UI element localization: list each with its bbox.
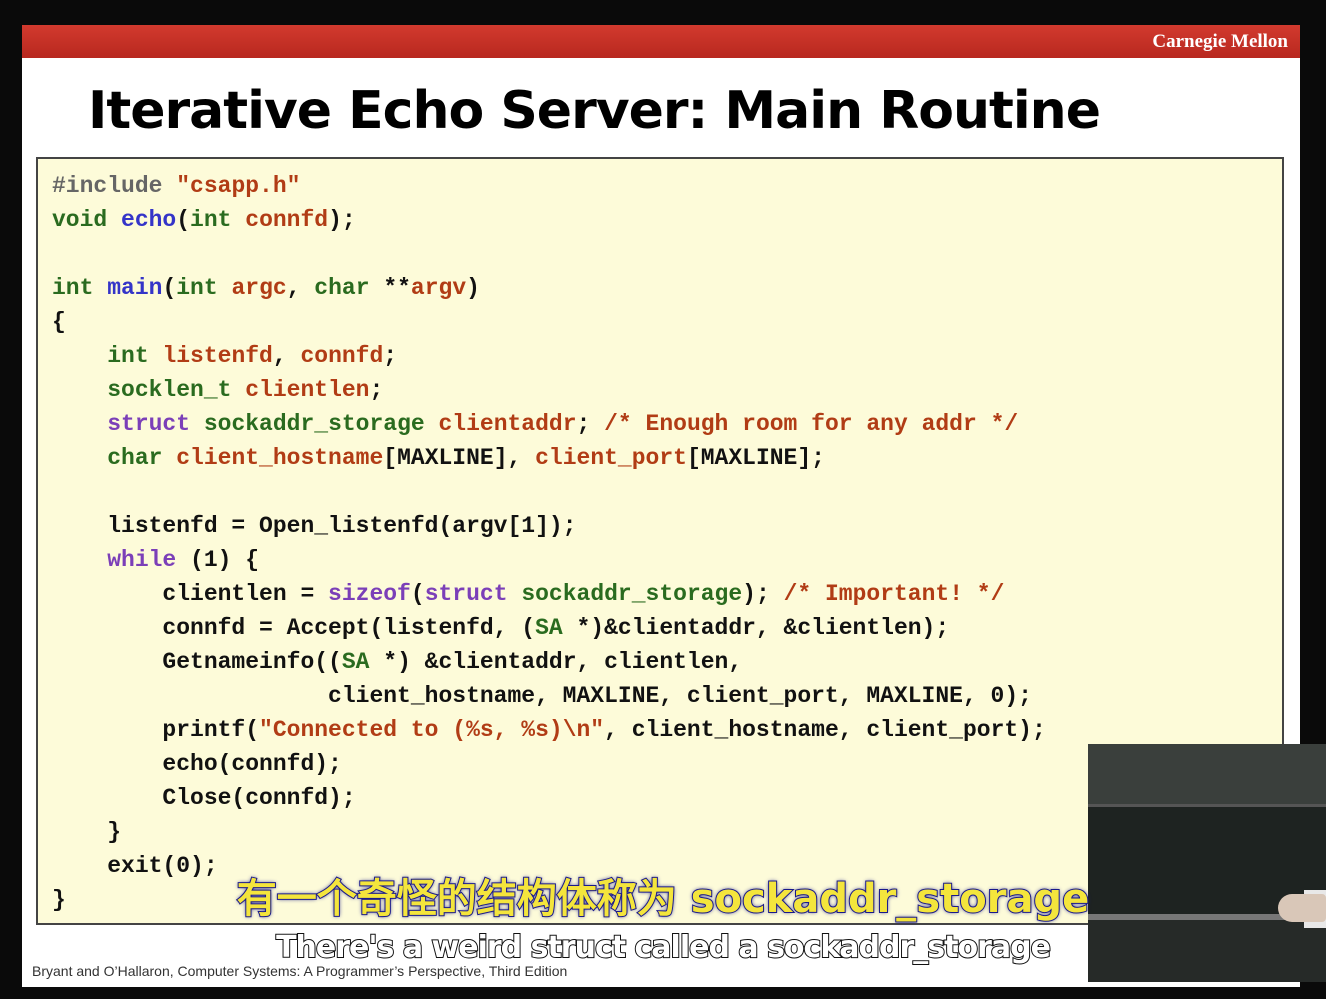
code-line: #include "csapp.h" bbox=[52, 173, 301, 199]
code-line: Getnameinfo((SA *) &clientaddr, clientle… bbox=[52, 649, 743, 675]
subtitle-chinese: 有一个奇怪的结构体称为 sockaddr_storage bbox=[236, 875, 1090, 923]
code-line: echo(connfd); bbox=[52, 751, 342, 777]
code-line: void echo(int connfd); bbox=[52, 207, 356, 233]
code-line: struct sockaddr_storage clientaddr; /* E… bbox=[107, 411, 1019, 437]
code-block: #include "csapp.h" void echo(int connfd)… bbox=[52, 169, 1046, 917]
code-line: connfd = Accept(listenfd, (SA *)&clienta… bbox=[52, 615, 950, 641]
code-line: socklen_t clientlen; bbox=[107, 377, 384, 403]
subtitle-english: There's a weird struct called a sockaddr… bbox=[275, 929, 1052, 966]
institution-name: Carnegie Mellon bbox=[1152, 31, 1288, 52]
slide-title: Iterative Echo Server: Main Routine bbox=[88, 81, 1101, 141]
code-line: while (1) { bbox=[107, 547, 260, 573]
code-line: listenfd = Open_listenfd(argv[1]); bbox=[52, 513, 577, 539]
code-line: printf("Connected to (%s, %s)\n", client… bbox=[52, 717, 1046, 743]
slide-header-bar: Carnegie Mellon bbox=[22, 25, 1300, 58]
code-line: char client_hostname[MAXLINE], client_po… bbox=[107, 445, 825, 471]
code-line: client_hostname, MAXLINE, client_port, M… bbox=[52, 683, 1032, 709]
code-line: { bbox=[52, 309, 66, 335]
code-line: int listenfd, connfd; bbox=[107, 343, 398, 369]
code-line: int main(int argc, char **argv) bbox=[52, 275, 480, 301]
code-line: Close(connfd); bbox=[52, 785, 356, 811]
slide-footer: Bryant and O’Hallaron, Computer Systems:… bbox=[32, 963, 568, 979]
code-line: clientlen = sizeof(struct sockaddr_stora… bbox=[52, 581, 1005, 607]
code-line: } bbox=[52, 819, 122, 845]
